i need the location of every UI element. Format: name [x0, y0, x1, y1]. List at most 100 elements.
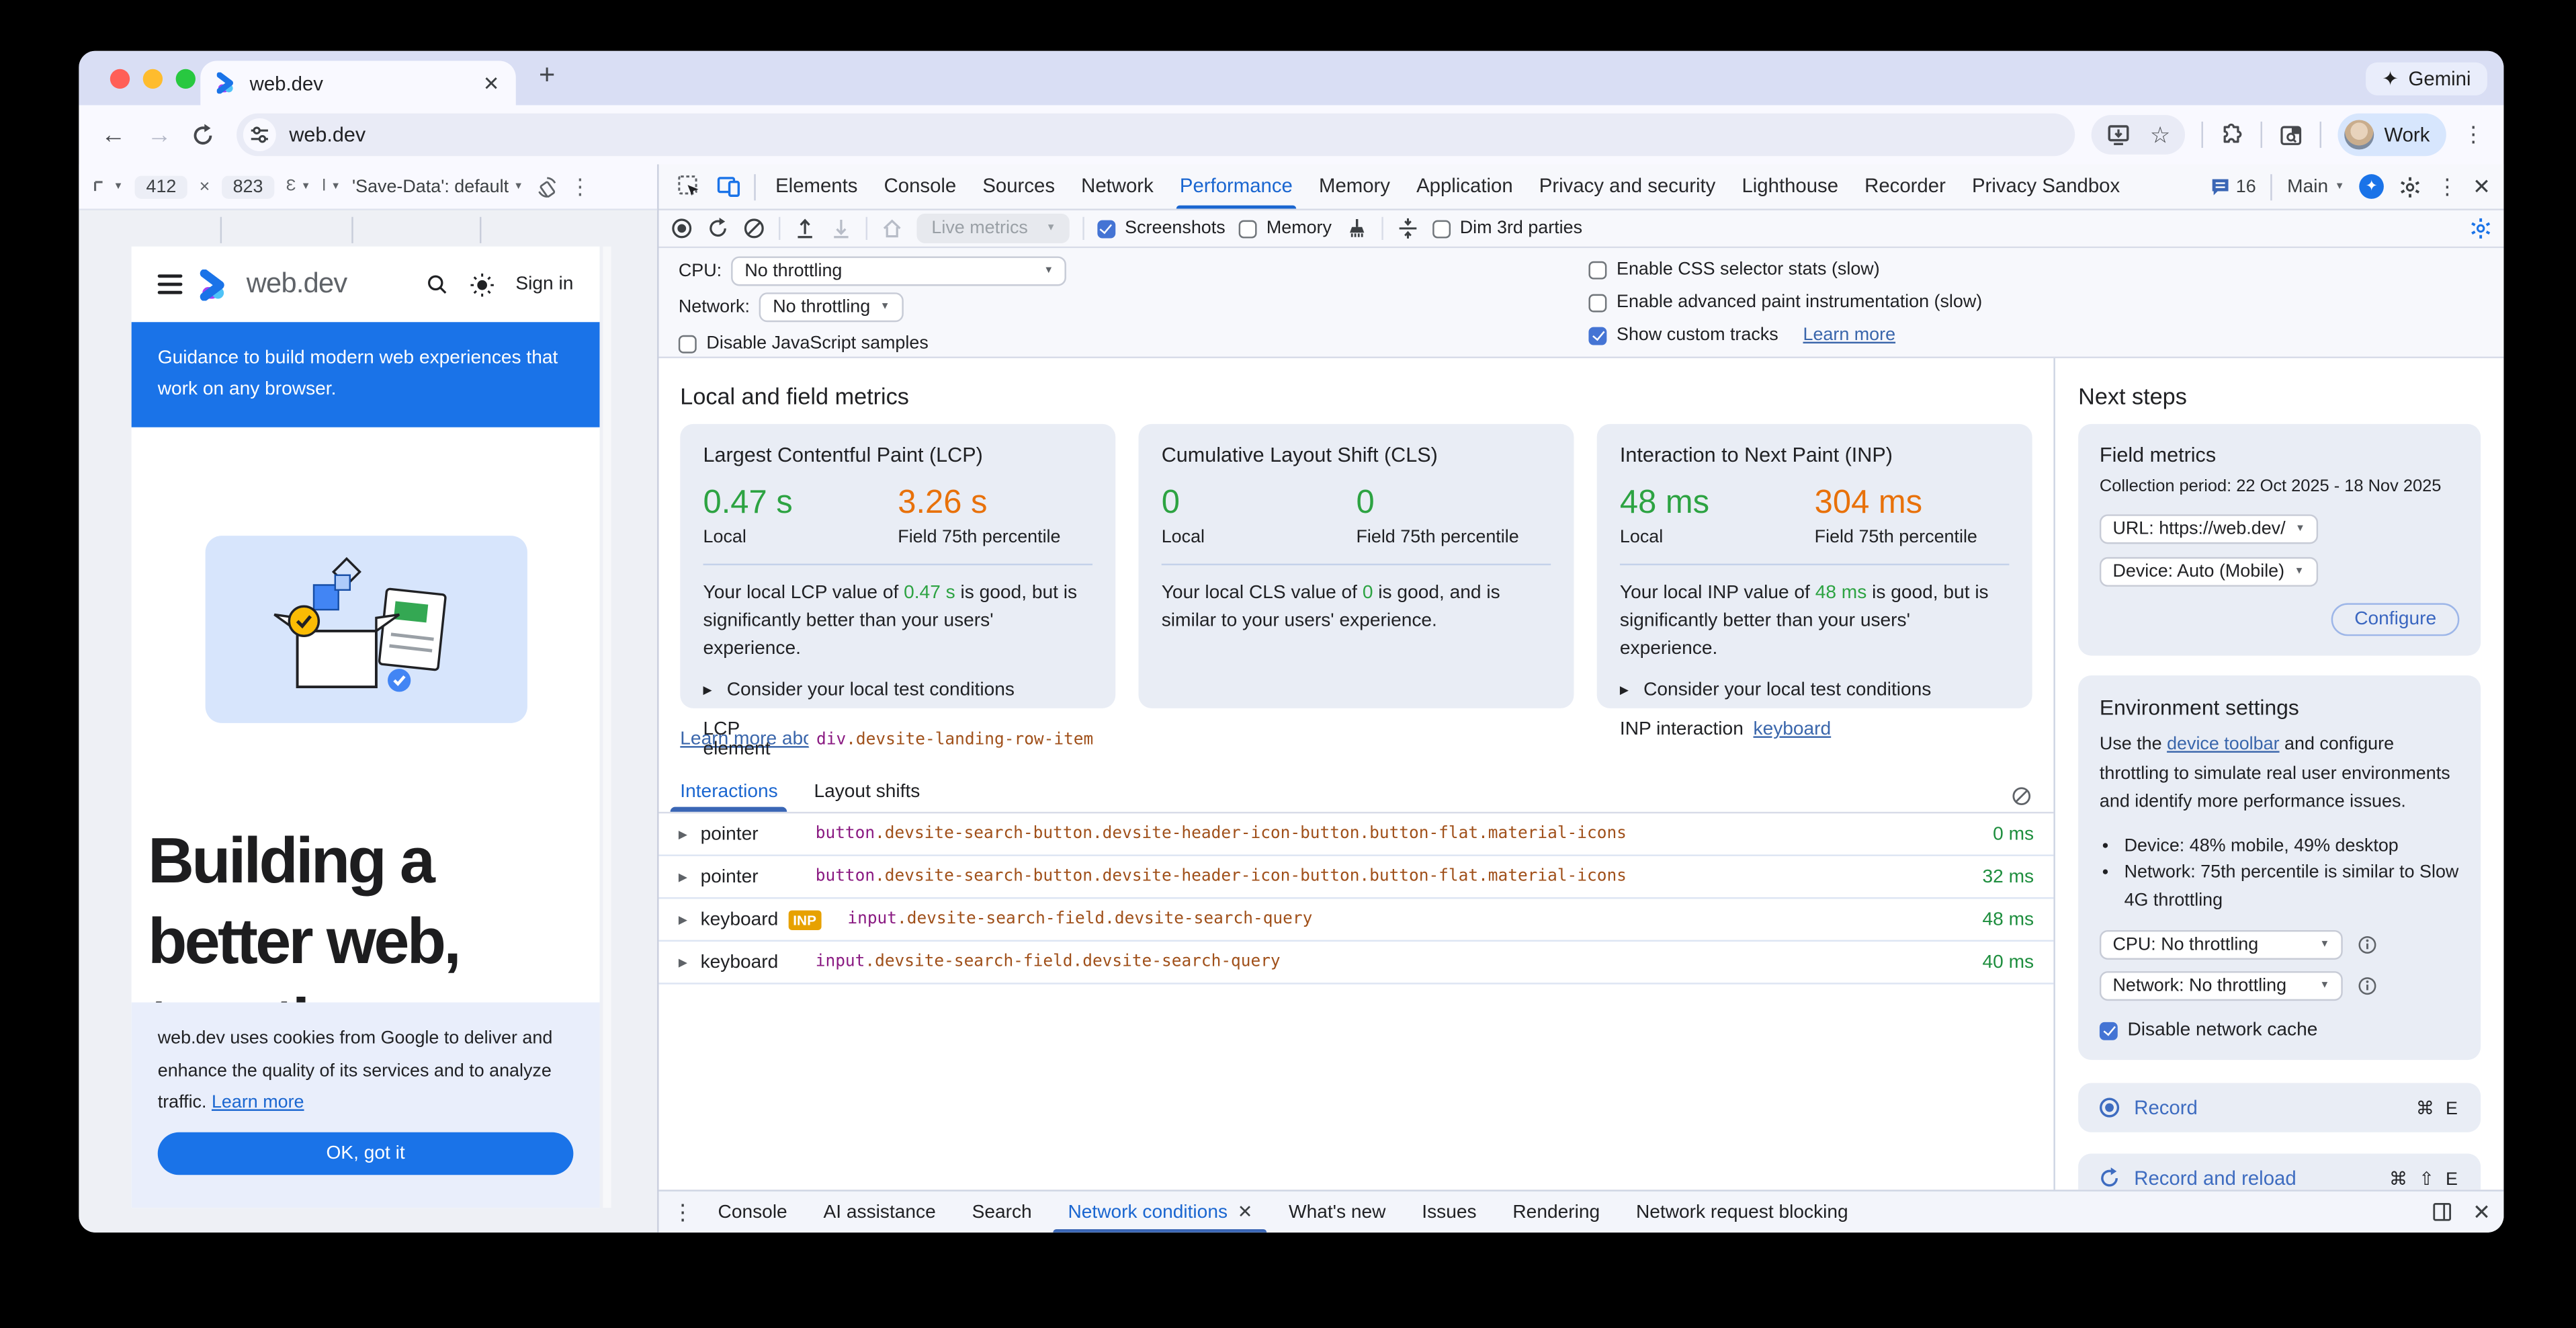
tab-elements[interactable]: Elements [763, 165, 871, 209]
gemini-button[interactable]: ✦ Gemini [2366, 63, 2487, 95]
menu-icon[interactable] [158, 274, 183, 294]
drawer-tab-network-conditions[interactable]: Network conditions✕ [1050, 1192, 1271, 1233]
env-network-select[interactable]: Network: No throttling▼ [2100, 971, 2343, 1001]
close-window-button[interactable] [110, 69, 130, 89]
devtools-menu-icon[interactable]: ⋮ [2436, 173, 2458, 200]
tab-memory[interactable]: Memory [1305, 165, 1403, 209]
save-data-select[interactable]: 'Save-Data': default▼ [352, 177, 523, 196]
address-bar[interactable]: web.dev [237, 114, 2074, 157]
env-cpu-select[interactable]: CPU: No throttling▼ [2100, 930, 2343, 960]
drawer-tab-network-request-blocking[interactable]: Network request blocking [1618, 1192, 1866, 1233]
bookmark-star-icon[interactable]: ☆ [2150, 121, 2171, 149]
field-device-select[interactable]: Device: Auto (Mobile)▼ [2100, 557, 2317, 587]
drawer-menu-icon[interactable]: ⋮ [672, 1199, 693, 1225]
lcp-local-conditions-expander[interactable]: ▶Consider your local test conditions [703, 680, 1093, 700]
sign-in-link[interactable]: Sign in [515, 274, 573, 294]
advanced-paint-checkbox[interactable]: Enable advanced paint instrumentation (s… [1588, 292, 1982, 312]
memory-checkbox[interactable]: Memory [1238, 218, 1332, 238]
drawer-tab-search[interactable]: Search [954, 1192, 1050, 1233]
record-and-reload-button[interactable]: Record and reload ⌘ ⇧ E [2078, 1153, 2481, 1190]
load-profile-icon[interactable] [793, 217, 816, 240]
main-context-select[interactable]: Main▼ [2287, 177, 2344, 196]
side-panel-search-icon[interactable] [2279, 122, 2304, 147]
field-url-select[interactable]: URL: https://web.dev/▼ [2100, 514, 2319, 544]
close-devtools-icon[interactable]: ✕ [2473, 173, 2491, 200]
interaction-row[interactable]: ▶ pointer button.devsite-search-button.d… [659, 813, 2054, 856]
close-drawer-tab-icon[interactable]: ✕ [1238, 1192, 1253, 1232]
inp-interaction-link[interactable]: keyboard [1754, 720, 1832, 739]
tab-recorder[interactable]: Recorder [1852, 165, 1959, 209]
tab-lighthouse[interactable]: Lighthouse [1729, 165, 1852, 209]
tab-interactions[interactable]: Interactions [680, 782, 777, 812]
cookie-learn-more-link[interactable]: Learn more [212, 1093, 304, 1112]
clear-interactions-icon[interactable] [2011, 786, 2032, 807]
site-settings-icon[interactable] [243, 118, 276, 151]
drawer-tab-console[interactable]: Console [700, 1192, 806, 1233]
tab-application[interactable]: Application [1404, 165, 1527, 209]
close-drawer-icon[interactable]: ✕ [2473, 1199, 2491, 1225]
tab-network[interactable]: Network [1068, 165, 1167, 209]
interaction-row[interactable]: ▶ keyboard INP input.devsite-search-fiel… [659, 899, 2054, 942]
back-button[interactable]: ← [99, 121, 128, 149]
network-throttling-select[interactable]: No throttling▼ [760, 292, 903, 322]
drawer-tab-ai-assistance[interactable]: AI assistance [806, 1192, 954, 1233]
new-tab-button[interactable]: + [539, 59, 555, 92]
tab-performance[interactable]: Performance [1166, 165, 1305, 209]
forward-button[interactable]: → [144, 121, 174, 149]
install-icon[interactable] [2106, 122, 2131, 147]
drawer-tab-issues[interactable]: Issues [1404, 1192, 1494, 1233]
collect-garbage-icon[interactable] [1345, 217, 1368, 240]
expand-row-icon[interactable]: ▶ [679, 870, 687, 884]
dim-3rd-parties-checkbox[interactable]: Dim 3rd parties [1432, 218, 1582, 238]
ai-assistance-icon[interactable]: ✦ [2359, 174, 2384, 199]
devtools-settings-icon[interactable] [2399, 175, 2421, 198]
device-toolbar-toggle-icon[interactable] [708, 174, 748, 199]
interaction-row[interactable]: ▶ keyboard input.devsite-search-field.de… [659, 942, 2054, 985]
expand-row-icon[interactable]: ▶ [679, 956, 687, 969]
drawer-tab-whats-new[interactable]: What's new [1271, 1192, 1404, 1233]
css-selector-stats-checkbox[interactable]: Enable CSS selector stats (slow) [1588, 259, 1982, 279]
lcp-element-link[interactable]: div.devsite-landing-row-item-d… [808, 729, 1092, 750]
device-width-input[interactable]: 412 [134, 175, 187, 198]
record-icon[interactable] [671, 217, 693, 240]
rotate-device-icon[interactable] [535, 175, 558, 198]
tab-privacy-sandbox[interactable]: Privacy Sandbox [1959, 165, 2133, 209]
tab-privacy-security[interactable]: Privacy and security [1526, 165, 1729, 209]
maximize-window-button[interactable] [176, 69, 196, 89]
tab-console[interactable]: Console [871, 165, 970, 209]
disable-network-cache-checkbox[interactable]: Disable network cache [2100, 1020, 2459, 1040]
close-tab-icon[interactable]: ✕ [483, 71, 500, 94]
expand-row-icon[interactable]: ▶ [679, 827, 687, 841]
network-info-icon[interactable] [2358, 976, 2377, 995]
show-custom-tracks-checkbox[interactable]: Show custom tracks Learn more [1588, 325, 1982, 345]
viewport-scrollbar[interactable] [603, 247, 611, 1208]
theme-toggle-icon[interactable] [470, 272, 495, 297]
tab-layout-shifts[interactable]: Layout shifts [814, 782, 920, 812]
profile-button[interactable]: Work [2338, 114, 2446, 157]
interaction-row[interactable]: ▶ pointer button.devsite-search-button.d… [659, 856, 2054, 899]
minimize-window-button[interactable] [143, 69, 163, 89]
expand-row-icon[interactable]: ▶ [679, 913, 687, 926]
screenshots-checkbox[interactable]: Screenshots [1097, 218, 1226, 238]
device-toolbar-link[interactable]: device toolbar [2167, 735, 2279, 754]
console-messages-button[interactable]: 16 [2210, 176, 2256, 198]
custom-tracks-learn-more-link[interactable]: Learn more [1803, 325, 1896, 345]
device-height-input[interactable]: 823 [221, 175, 274, 198]
clear-icon[interactable] [742, 217, 765, 240]
device-toolbar-menu-icon[interactable]: ⋮ [569, 173, 591, 200]
tab-sources[interactable]: Sources [970, 165, 1068, 209]
webdev-logo-icon[interactable] [199, 269, 233, 300]
inp-local-conditions-expander[interactable]: ▶Consider your local test conditions [1620, 680, 2010, 700]
dock-drawer-icon[interactable] [2432, 1201, 2453, 1222]
zoom-select[interactable]: Ɛ▼ [286, 177, 311, 196]
inspect-element-icon[interactable] [669, 174, 708, 199]
drawer-tab-rendering[interactable]: Rendering [1494, 1192, 1618, 1233]
extensions-icon[interactable] [2220, 122, 2245, 147]
browser-menu-icon[interactable]: ⋮ [2462, 122, 2484, 148]
perf-settings-gear-icon[interactable] [2469, 217, 2492, 240]
record-and-reload-icon[interactable] [706, 217, 729, 240]
cpu-info-icon[interactable] [2358, 935, 2377, 954]
collapse-sections-icon[interactable] [1396, 217, 1418, 240]
reload-button[interactable] [191, 122, 220, 147]
record-button[interactable]: Record ⌘ E [2078, 1083, 2481, 1132]
